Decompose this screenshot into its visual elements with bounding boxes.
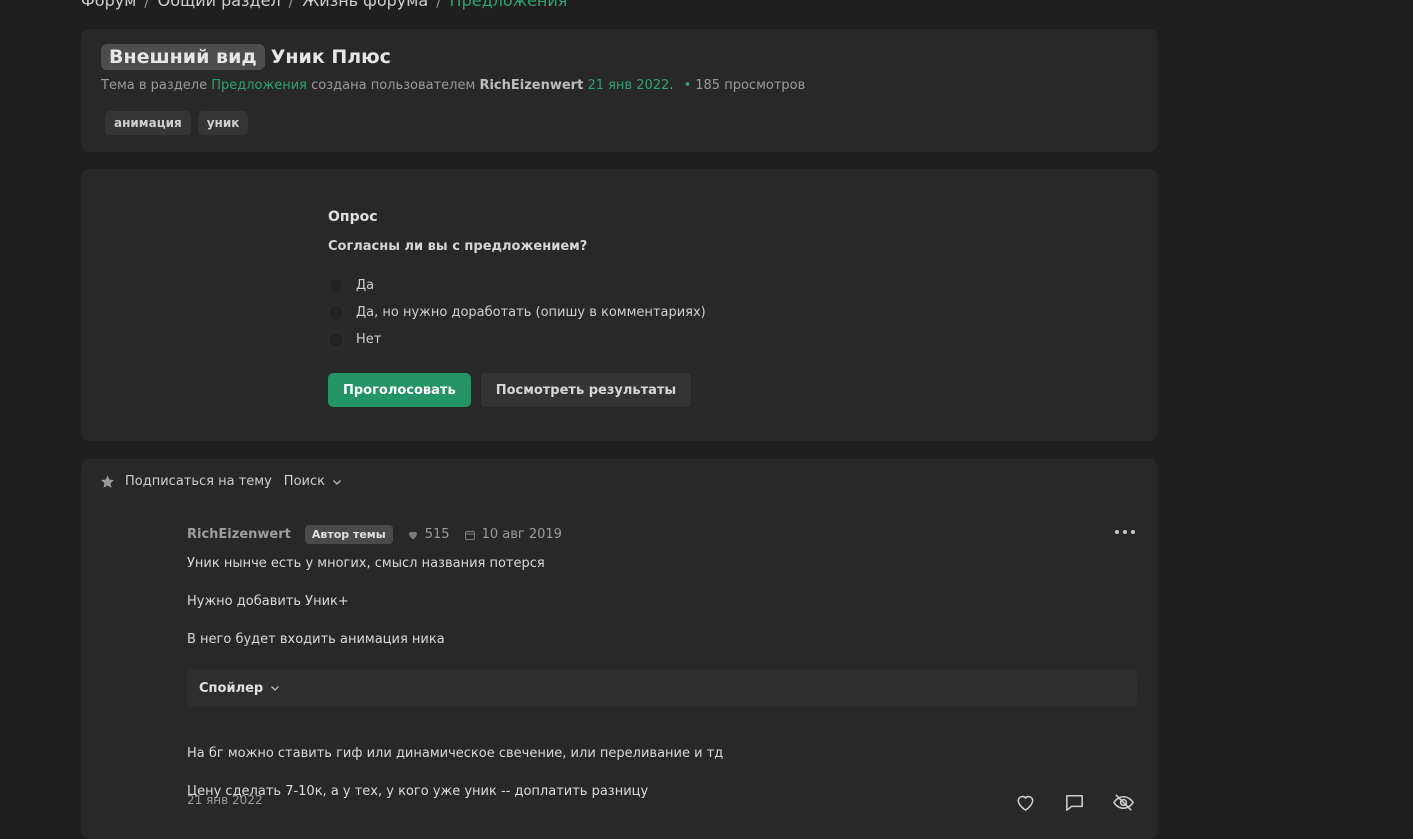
- register-date-value: 10 авг 2019: [481, 527, 562, 542]
- meta-created-by: создана пользователем: [311, 78, 476, 93]
- meta-date: 21 янв 2022: [587, 78, 670, 93]
- thread-meta: Тема в разделе Предложения создана польз…: [101, 78, 805, 93]
- post-paragraph: Уник нынче есть у многих, смысл названия…: [187, 556, 545, 571]
- chevron-down-icon: [333, 479, 341, 485]
- thread-title: Уник Плюс: [270, 46, 391, 68]
- spoiler-toggle[interactable]: Спойлер: [187, 669, 1137, 707]
- breadcrumb-separator: /: [288, 0, 295, 10]
- register-date: 10 авг 2019: [464, 527, 562, 542]
- heart-icon: [408, 531, 417, 539]
- more-options-icon[interactable]: [1115, 523, 1135, 541]
- breadcrumb-item-general[interactable]: Общий раздел: [158, 0, 281, 10]
- thread-tags: анимация уник: [105, 111, 249, 135]
- poll-option[interactable]: Да: [328, 272, 706, 299]
- thread-header: Внешний вид Уник Плюс Тема в разделе Пре…: [81, 29, 1157, 152]
- breadcrumb-separator: /: [144, 0, 150, 10]
- meta-author-link[interactable]: RichEizenwert: [479, 78, 583, 93]
- meta-topic-in: Тема в разделе: [101, 78, 208, 93]
- likes-count: 515: [407, 527, 450, 542]
- chevron-down-icon: [271, 686, 280, 691]
- post-paragraph: Нужно добавить Уник+: [187, 594, 349, 609]
- like-heart-icon[interactable]: [1014, 791, 1037, 814]
- meta-dot: •: [683, 78, 692, 93]
- poll-option-label: Да, но нужно доработать (опишу в коммент…: [356, 305, 706, 320]
- post-paragraph: В него будет входить анимация ника: [187, 632, 445, 647]
- star-icon: [100, 475, 115, 488]
- breadcrumb-separator: /: [436, 0, 442, 10]
- spoiler-label: Спойлер: [199, 680, 264, 696]
- breadcrumb-item-suggestions[interactable]: Предложения: [450, 0, 568, 10]
- breadcrumb: Форум / Общий раздел / Жизнь форума / Предложе…: [81, 0, 567, 10]
- posts-block: Подписаться на тему Поиск RichEizenwert …: [81, 459, 1157, 839]
- thread-title-row: Внешний вид Уник Плюс: [101, 44, 391, 70]
- post-paragraph: На бг можно ставить гиф или динамическое…: [187, 746, 724, 761]
- poll-block: Опрос Согласны ли вы с предложением? Да …: [81, 169, 1157, 441]
- poll-option-label: Да: [356, 278, 375, 293]
- post-actions: [1014, 791, 1135, 814]
- post-body: Уник нынче есть у многих, смысл названия…: [187, 555, 1137, 821]
- radio-button[interactable]: [328, 304, 344, 321]
- poll-buttons: Проголосовать Посмотреть результаты: [328, 373, 706, 407]
- radio-button[interactable]: [328, 331, 344, 348]
- poll-option[interactable]: Нет: [328, 326, 706, 353]
- vote-button[interactable]: Проголосовать: [328, 373, 471, 407]
- breadcrumb-item-forum[interactable]: Форум: [81, 0, 136, 10]
- radio-button[interactable]: [328, 277, 344, 294]
- tag-animation[interactable]: анимация: [105, 111, 191, 135]
- poll-title: Опрос: [328, 209, 378, 225]
- post-date[interactable]: 21 янв 2022: [187, 793, 263, 807]
- subscribe-link[interactable]: Подписаться на тему: [125, 474, 272, 489]
- meta-views: 185 просмотров: [695, 78, 806, 93]
- poll-option[interactable]: Да, но нужно доработать (опишу в коммент…: [328, 299, 706, 326]
- likes-value: 515: [424, 527, 450, 542]
- post-header: RichEizenwert Автор темы 515 10 авг 2019: [187, 525, 562, 544]
- poll-content: Опрос Согласны ли вы с предложением? Да …: [328, 209, 706, 407]
- author-badge: Автор темы: [304, 525, 393, 544]
- meta-section-link[interactable]: Предложения: [211, 78, 307, 93]
- meta-period: .: [669, 78, 674, 93]
- thread-toolbar: Подписаться на тему Поиск: [100, 474, 343, 489]
- reply-comment-icon[interactable]: [1063, 791, 1086, 814]
- post-author[interactable]: RichEizenwert: [187, 527, 291, 542]
- poll-options: Да Да, но нужно доработать (опишу в комм…: [328, 272, 706, 353]
- tag-unique[interactable]: уник: [197, 111, 249, 135]
- search-dropdown[interactable]: Поиск: [284, 474, 343, 489]
- search-label: Поиск: [283, 474, 325, 489]
- view-results-button[interactable]: Посмотреть результаты: [480, 373, 692, 407]
- poll-option-label: Нет: [356, 332, 382, 347]
- thread-prefix[interactable]: Внешний вид: [101, 44, 265, 70]
- breadcrumb-item-forum-life[interactable]: Жизнь форума: [302, 0, 428, 10]
- calendar-icon: [464, 530, 475, 540]
- post-paragraph: Цену сделать 7-10к, а у тех, у кого уже …: [187, 784, 649, 799]
- hide-eye-off-icon[interactable]: [1112, 791, 1135, 814]
- poll-question: Согласны ли вы с предложением?: [328, 239, 588, 254]
